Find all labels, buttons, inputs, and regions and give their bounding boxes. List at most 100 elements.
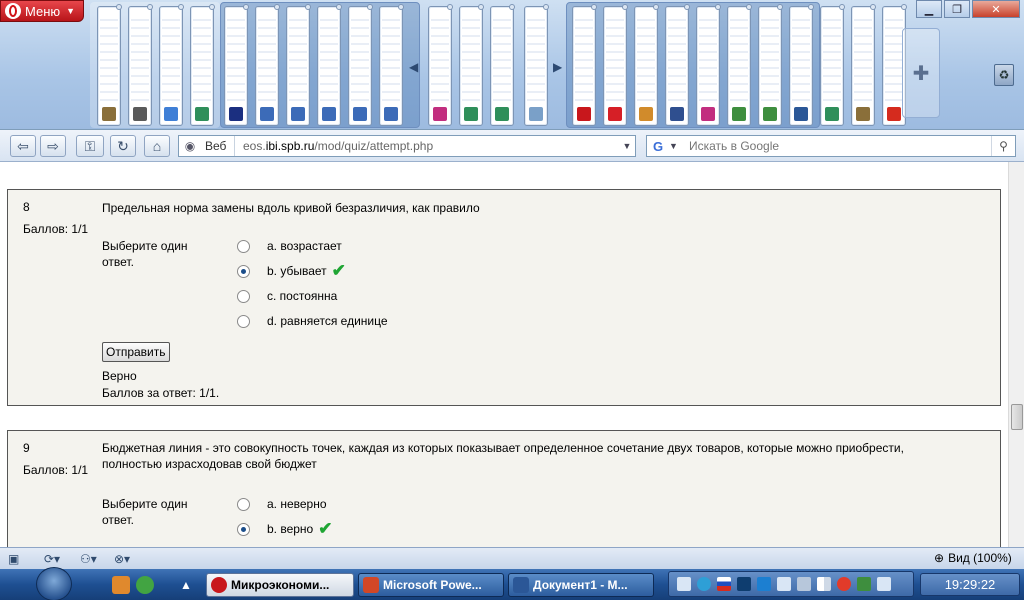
answer-option[interactable]: d. равняется единице bbox=[237, 313, 388, 329]
chevron-up-icon[interactable]: ▲ bbox=[180, 577, 192, 593]
search-input[interactable] bbox=[681, 139, 991, 153]
tray-icon[interactable] bbox=[777, 577, 791, 591]
tab-thumbnail[interactable] bbox=[851, 4, 876, 126]
radio-button-selected[interactable] bbox=[237, 264, 250, 278]
wand-button[interactable]: ⚿ bbox=[76, 135, 104, 157]
icq-icon[interactable] bbox=[136, 576, 154, 594]
tab-thumbnail[interactable] bbox=[286, 4, 311, 126]
mute-icon[interactable] bbox=[837, 577, 851, 591]
tab-close-icon[interactable] bbox=[116, 4, 122, 10]
tab-close-icon[interactable] bbox=[478, 4, 484, 10]
answer-option[interactable]: c. постоянна bbox=[237, 288, 337, 304]
tab-close-icon[interactable] bbox=[274, 4, 280, 10]
tab-thumbnail[interactable] bbox=[603, 4, 628, 126]
panel-toggle-icon[interactable]: ▣ bbox=[8, 551, 19, 567]
tab-thumbnail[interactable] bbox=[317, 4, 342, 126]
tab-close-icon[interactable] bbox=[715, 4, 721, 10]
turbo-icon[interactable]: ⊗▾ bbox=[114, 551, 130, 567]
tab-close-icon[interactable] bbox=[209, 4, 215, 10]
address-dropdown-icon[interactable]: ▼ bbox=[619, 141, 635, 151]
tray-icon[interactable] bbox=[797, 577, 811, 591]
sync-icon[interactable]: ⟳▾ bbox=[44, 551, 60, 567]
address-field[interactable]: ◉ Веб eos.ibi.spb.ru/mod/quiz/attempt.ph… bbox=[178, 135, 636, 157]
tab-close-icon[interactable] bbox=[447, 4, 453, 10]
tray-icon[interactable] bbox=[857, 577, 871, 591]
tab-close-icon[interactable] bbox=[808, 4, 814, 10]
language-flag-icon[interactable] bbox=[717, 577, 731, 591]
maximize-button[interactable]: ❐ bbox=[944, 0, 970, 18]
new-tab-button[interactable]: ✚ bbox=[902, 28, 940, 118]
vertical-scrollbar[interactable] bbox=[1008, 162, 1024, 547]
close-window-button[interactable]: ✕ bbox=[972, 0, 1020, 18]
tab-thumbnail[interactable] bbox=[696, 4, 721, 126]
tab-thumbnail[interactable] bbox=[820, 4, 845, 126]
radio-button[interactable] bbox=[237, 497, 250, 511]
tab-close-icon[interactable] bbox=[243, 4, 249, 10]
radio-button[interactable] bbox=[237, 239, 250, 253]
tab-thumbnail[interactable] bbox=[224, 4, 249, 126]
tab-close-icon[interactable] bbox=[509, 4, 515, 10]
address-url[interactable]: eos.ibi.spb.ru/mod/quiz/attempt.php bbox=[235, 139, 619, 153]
answer-option[interactable]: a. возрастает bbox=[237, 238, 342, 254]
clock[interactable]: 19:29:22 bbox=[920, 573, 1020, 596]
tab-thumbnail[interactable] bbox=[348, 4, 373, 126]
tab-thumbnail[interactable] bbox=[159, 4, 184, 126]
tab-thumbnail[interactable] bbox=[524, 4, 549, 126]
tray-icon[interactable] bbox=[697, 577, 711, 591]
tray-icon[interactable] bbox=[677, 577, 691, 591]
taskbar-button-word[interactable]: Документ1 - M... bbox=[508, 573, 654, 597]
opera-menu-button[interactable]: Меню ▼ bbox=[0, 0, 84, 22]
tab-thumbnail[interactable] bbox=[634, 4, 659, 126]
tray-icon[interactable] bbox=[877, 577, 891, 591]
tab-thumbnail[interactable] bbox=[255, 4, 280, 126]
tab-close-icon[interactable] bbox=[684, 4, 690, 10]
tab-close-icon[interactable] bbox=[901, 4, 907, 10]
submit-button[interactable]: Отправить bbox=[102, 342, 170, 362]
search-icon[interactable]: ⚲ bbox=[991, 136, 1015, 156]
chevron-left-icon[interactable]: ◀ bbox=[409, 60, 418, 74]
tab-close-icon[interactable] bbox=[367, 4, 373, 10]
tab-close-icon[interactable] bbox=[147, 4, 153, 10]
tab-close-icon[interactable] bbox=[305, 4, 311, 10]
tab-thumbnail[interactable] bbox=[428, 4, 453, 126]
taskbar-button-powerpoint[interactable]: Microsoft Powe... bbox=[358, 573, 504, 597]
tab-close-icon[interactable] bbox=[777, 4, 783, 10]
forward-button[interactable]: ⇨ bbox=[40, 135, 66, 157]
answer-option[interactable]: b. верно ✔ bbox=[237, 520, 332, 537]
tab-close-icon[interactable] bbox=[591, 4, 597, 10]
back-button[interactable]: ⇦ bbox=[10, 135, 36, 157]
tab-thumbnail[interactable] bbox=[727, 4, 752, 126]
chevron-right-icon[interactable]: ▶ bbox=[553, 60, 562, 74]
tab-thumbnail[interactable] bbox=[190, 4, 215, 126]
tray-icon[interactable] bbox=[737, 577, 751, 591]
tab-close-icon[interactable] bbox=[178, 4, 184, 10]
tab-thumbnail[interactable] bbox=[379, 4, 404, 126]
tab-close-icon[interactable] bbox=[746, 4, 752, 10]
search-engine-dropdown-icon[interactable]: ▼ bbox=[669, 141, 681, 151]
tab-close-icon[interactable] bbox=[398, 4, 404, 10]
tab-close-icon[interactable] bbox=[622, 4, 628, 10]
tab-thumbnail[interactable] bbox=[758, 4, 783, 126]
radio-button[interactable] bbox=[237, 314, 250, 328]
unite-icon[interactable]: ⚇▾ bbox=[80, 551, 97, 567]
minimize-button[interactable]: ▁ bbox=[916, 0, 942, 18]
tray-icon[interactable] bbox=[757, 577, 771, 591]
zoom-control[interactable]: ⊕ Вид (100%) bbox=[934, 551, 1012, 565]
google-icon[interactable]: G bbox=[647, 136, 669, 156]
taskbar-button-opera[interactable]: Микроэкономи... bbox=[206, 573, 354, 597]
tab-close-icon[interactable] bbox=[839, 4, 845, 10]
start-button[interactable] bbox=[36, 567, 72, 600]
tab-thumbnail[interactable] bbox=[665, 4, 690, 126]
tab-thumbnail[interactable] bbox=[490, 4, 515, 126]
tab-thumbnail[interactable] bbox=[459, 4, 484, 126]
tab-close-icon[interactable] bbox=[653, 4, 659, 10]
home-button[interactable]: ⌂ bbox=[144, 135, 170, 157]
trash-icon[interactable]: ♻ bbox=[994, 64, 1014, 86]
tab-thumbnail[interactable] bbox=[97, 4, 122, 126]
tab-thumbnail[interactable] bbox=[128, 4, 153, 126]
tab-thumbnail[interactable] bbox=[789, 4, 814, 126]
tab-close-icon[interactable] bbox=[543, 4, 549, 10]
answer-option[interactable]: b. убывает ✔ bbox=[237, 262, 346, 279]
search-box[interactable]: G ▼ ⚲ bbox=[646, 135, 1016, 157]
scrollbar-thumb[interactable] bbox=[1011, 404, 1023, 430]
